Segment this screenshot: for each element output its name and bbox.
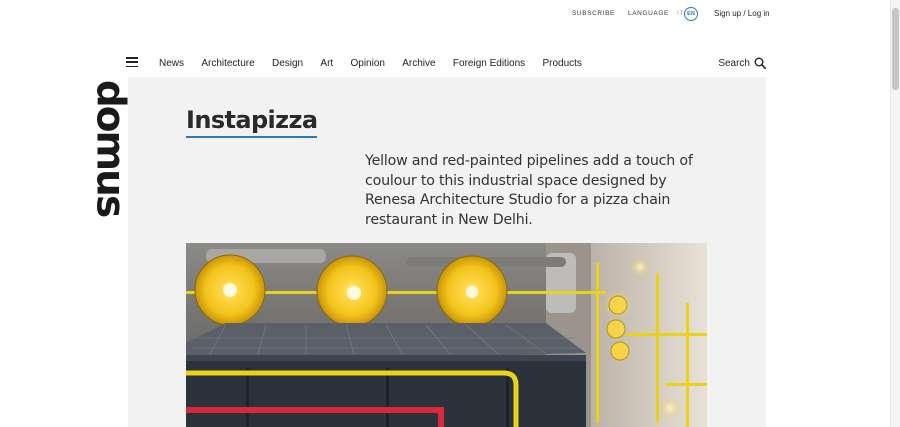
nav-item-products[interactable]: Products: [542, 58, 581, 69]
nav-item-design[interactable]: Design: [272, 58, 303, 69]
language-label: LANGUAGE: [628, 10, 669, 17]
nav-item-architecture[interactable]: Architecture: [201, 58, 254, 69]
signin-link[interactable]: Sign up / Log in: [714, 9, 770, 18]
logo-text: domus: [87, 79, 133, 217]
article-summary: Yellow and red-painted pipelines add a t…: [365, 153, 693, 228]
menu-icon[interactable]: [126, 57, 138, 67]
page: SUBSCRIBE LANGUAGE IT EN Sign up / Log i…: [0, 0, 900, 427]
language-en-option[interactable]: EN: [684, 7, 698, 21]
article-title: Instapizza: [186, 106, 318, 134]
nav-item-news[interactable]: News: [159, 58, 184, 69]
scrollbar[interactable]: [890, 0, 900, 427]
nav-item-archive[interactable]: Archive: [402, 58, 435, 69]
domus-logo[interactable]: domus: [87, 78, 133, 218]
nav-items: News Architecture Design Art Opinion Arc…: [159, 58, 599, 69]
scrollbar-thumb[interactable]: [892, 8, 899, 90]
nav-item-opinion[interactable]: Opinion: [350, 58, 384, 69]
language-it-option[interactable]: IT: [677, 10, 684, 17]
main-nav: News Architecture Design Art Opinion Arc…: [126, 55, 766, 75]
nav-item-foreign-editions[interactable]: Foreign Editions: [453, 58, 525, 69]
subscribe-link[interactable]: SUBSCRIBE: [572, 10, 615, 17]
search-label: Search: [718, 57, 750, 69]
title-underline: [186, 136, 317, 138]
hero-image: [186, 243, 707, 427]
nav-item-art[interactable]: Art: [320, 58, 333, 69]
search-button[interactable]: Search: [718, 57, 766, 69]
search-icon: [754, 57, 766, 69]
